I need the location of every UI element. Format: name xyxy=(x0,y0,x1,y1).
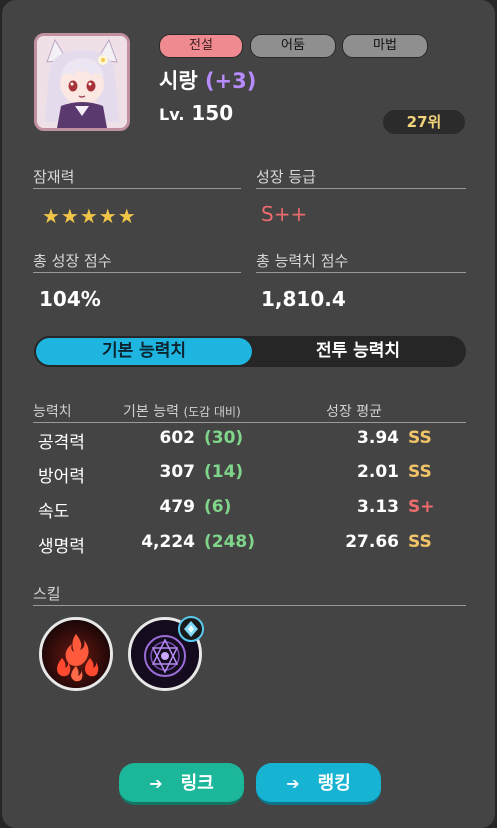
divider xyxy=(33,188,241,189)
divider xyxy=(256,188,466,189)
crystal-icon xyxy=(184,621,198,637)
rarity-badge: 전설 xyxy=(159,34,243,58)
total-stats-label: 총 능력치 점수 xyxy=(256,252,349,270)
level-label: Lv. xyxy=(159,105,185,124)
character-name: 시랑 (+3) xyxy=(159,65,256,95)
stat-diff: (30) xyxy=(204,428,244,448)
character-name-text: 시랑 xyxy=(159,69,198,93)
total-growth-value: 104% xyxy=(39,287,101,311)
stat-name: 생명력 xyxy=(38,537,85,557)
stats-tab-toggle: 기본 능력치 전투 능력치 xyxy=(34,336,466,367)
stat-avg: 27.66 xyxy=(345,532,399,552)
table-row: 방어력 307 (14) 2.01 SS xyxy=(2,458,495,490)
stat-grade: SS xyxy=(408,532,432,552)
stat-base: 307 xyxy=(159,462,196,482)
header-base: 기본 능력 (도감 대비) xyxy=(123,401,241,421)
skills-label: 스킬 xyxy=(33,585,61,603)
table-row: 생명력 4,224 (248) 27.66 SS xyxy=(2,528,495,560)
stat-diff: (6) xyxy=(204,497,232,517)
table-row: 속도 479 (6) 3.13 S+ xyxy=(2,493,495,525)
header-base-text: 기본 능력 xyxy=(123,404,179,420)
growth-grade-value: S++ xyxy=(261,202,308,226)
total-growth-label: 총 성장 점수 xyxy=(33,252,112,270)
growth-grade-label: 성장 등급 xyxy=(256,168,316,186)
ranking-button[interactable]: ➔ 랭킹 xyxy=(256,763,381,805)
divider xyxy=(33,605,466,606)
skill-fire[interactable] xyxy=(39,617,113,691)
stat-base: 4,224 xyxy=(141,532,195,552)
ranking-button-label: 랭킹 xyxy=(317,773,351,794)
stat-base: 602 xyxy=(159,428,196,448)
element-badge: 어둠 xyxy=(250,34,336,58)
arrow-right-icon: ➔ xyxy=(149,774,163,793)
level-value: 150 xyxy=(191,101,234,125)
stat-name: 방어력 xyxy=(38,467,85,487)
stat-diff: (248) xyxy=(204,532,256,552)
rank-badge: 27위 xyxy=(383,110,465,134)
stat-base: 479 xyxy=(159,497,196,517)
class-badge: 마법 xyxy=(342,34,428,58)
stat-avg: 2.01 xyxy=(357,462,399,482)
link-button-label: 링크 xyxy=(180,773,214,794)
divider xyxy=(33,422,466,423)
stat-grade: SS xyxy=(408,462,432,482)
link-button[interactable]: ➔ 링크 xyxy=(119,763,244,805)
header-stat: 능력치 xyxy=(33,404,72,420)
table-row: 공격력 602 (30) 3.94 SS xyxy=(2,424,495,456)
stat-avg: 3.94 xyxy=(357,428,399,448)
arrow-right-icon: ➔ xyxy=(286,774,300,793)
divider xyxy=(33,272,241,273)
stat-avg: 3.13 xyxy=(357,497,399,517)
tab-basic-stats[interactable]: 기본 능력치 xyxy=(36,338,252,365)
character-card: 전설 어둠 마법 시랑 (+3) Lv. 150 27위 잠재력 성장 등급 ★… xyxy=(2,0,495,828)
fire-skill-icon xyxy=(42,620,110,688)
tab-combat-stats[interactable]: 전투 능력치 xyxy=(252,338,464,365)
stat-grade: SS xyxy=(408,428,432,448)
header-base-sub: (도감 대비) xyxy=(183,405,241,419)
stat-diff: (14) xyxy=(204,462,244,482)
enhance-level: (+3) xyxy=(204,69,257,93)
potential-stars: ★★★★★ xyxy=(42,204,137,228)
stat-name: 공격력 xyxy=(38,433,85,453)
character-portrait[interactable] xyxy=(34,33,130,131)
divider xyxy=(256,272,466,273)
character-avatar-icon xyxy=(37,36,127,128)
total-stats-value: 1,810.4 xyxy=(261,287,346,311)
crystal-badge-icon xyxy=(178,616,204,642)
potential-label: 잠재력 xyxy=(33,168,75,186)
header-avg: 성장 평균 xyxy=(326,404,382,420)
stat-grade: S+ xyxy=(408,497,435,517)
stat-name: 속도 xyxy=(38,502,70,522)
character-level: Lv. 150 xyxy=(159,101,233,125)
